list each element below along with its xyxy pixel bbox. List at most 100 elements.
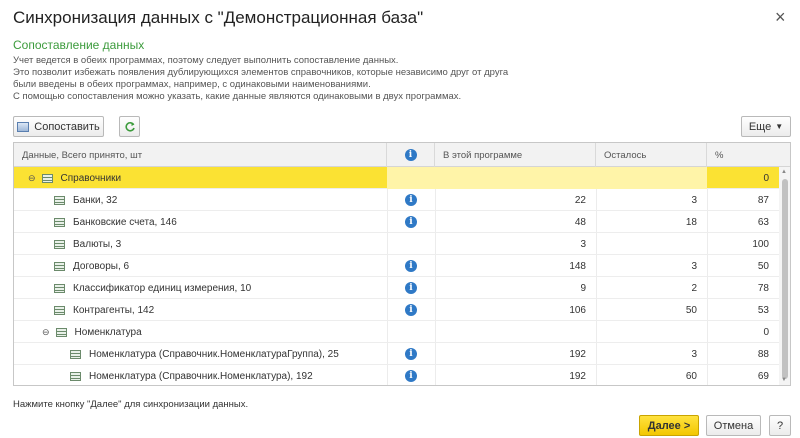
row-this-program: 3 <box>580 238 586 250</box>
more-button-label: Еще <box>748 120 772 133</box>
close-icon[interactable]: × <box>775 7 786 28</box>
row-name: Контрагенты, 142 <box>73 304 155 316</box>
row-name: Договоры, 6 <box>73 260 130 272</box>
row-percent: 100 <box>752 238 769 250</box>
row-info-cell: i <box>387 211 435 233</box>
row-info-cell: i <box>387 189 435 211</box>
row-this-program: 192 <box>569 348 586 360</box>
row-remaining: 18 <box>685 216 697 228</box>
table-header: Данные, Всего принято, шт i В этой прогр… <box>14 143 790 167</box>
row-percent: 63 <box>757 216 769 228</box>
catalog-icon <box>41 173 53 183</box>
info-icon[interactable]: i <box>405 348 417 360</box>
row-this-program: 192 <box>569 370 586 382</box>
row-name-cell: Номенклатура (Справочник.Номенклатура), … <box>70 365 387 385</box>
row-name: Номенклатура (Справочник.НоменклатураГру… <box>89 348 339 360</box>
info-icon[interactable]: i <box>405 282 417 294</box>
table-row[interactable]: Банковские счета, 146 i 48 18 63 <box>14 211 779 233</box>
scroll-down-icon[interactable]: ▼ <box>781 377 787 383</box>
info-icon[interactable]: i <box>405 216 417 228</box>
catalog-icon <box>54 283 65 293</box>
collapse-icon[interactable]: ⊖ <box>28 173 36 184</box>
next-button[interactable]: Далее > <box>639 415 699 436</box>
header-data[interactable]: Данные, Всего принято, шт <box>14 143 387 167</box>
row-name: Банки, 32 <box>73 194 118 206</box>
info-icon[interactable]: i <box>405 260 417 272</box>
header-this-program[interactable]: В этой программе <box>435 143 596 167</box>
row-info-cell <box>387 233 435 255</box>
cancel-button[interactable]: Отмена <box>706 415 761 436</box>
table-row[interactable]: Контрагенты, 142 i 106 50 53 <box>14 299 779 321</box>
row-name-cell: Валюты, 3 <box>54 233 387 255</box>
table-row[interactable]: Номенклатура (Справочник.НоменклатураГру… <box>14 343 779 365</box>
table-row[interactable]: Валюты, 3 3 100 <box>14 233 779 255</box>
row-this-program <box>435 321 596 343</box>
catalog-icon <box>54 239 65 249</box>
row-remaining <box>596 321 707 343</box>
row-name: Валюты, 3 <box>73 238 122 250</box>
help-button[interactable]: ? <box>769 415 791 436</box>
row-info-cell <box>387 321 435 343</box>
table-row[interactable]: ⊖ Справочники 0 <box>14 167 779 189</box>
row-name-cell: Номенклатура (Справочник.НоменклатураГру… <box>70 343 387 365</box>
more-button[interactable]: Еще ▼ <box>741 116 791 137</box>
description-line: Учет ведется в обеих программах, поэтому… <box>13 55 399 66</box>
info-icon[interactable]: i <box>405 370 417 382</box>
catalog-icon <box>55 327 67 337</box>
row-remaining: 2 <box>691 282 697 294</box>
collapse-icon[interactable]: ⊖ <box>42 327 50 338</box>
table-row[interactable]: Банки, 32 i 22 3 87 <box>14 189 779 211</box>
scrollbar-thumb[interactable] <box>782 179 788 379</box>
vertical-scrollbar[interactable]: ▲ ▼ <box>779 167 790 385</box>
header-percent[interactable]: % <box>707 143 779 167</box>
row-remaining: 3 <box>691 194 697 206</box>
row-name-cell: Классификатор единиц измерения, 10 <box>54 277 387 299</box>
refresh-button[interactable] <box>119 116 140 137</box>
description-line: были введены в обеих программах, наприме… <box>13 79 371 90</box>
row-name: Классификатор единиц измерения, 10 <box>73 282 252 294</box>
table-row[interactable]: Номенклатура (Справочник.Номенклатура), … <box>14 365 779 385</box>
row-remaining <box>596 167 707 189</box>
row-percent: 0 <box>763 326 769 338</box>
row-this-program: 106 <box>569 304 586 316</box>
row-name-cell: Банки, 32 <box>54 189 387 211</box>
data-table: Данные, Всего принято, шт i В этой прогр… <box>13 142 791 386</box>
row-remaining: 60 <box>685 370 697 382</box>
row-this-program: 9 <box>580 282 586 294</box>
scroll-up-icon[interactable]: ▲ <box>781 169 787 175</box>
row-info-cell: i <box>387 255 435 277</box>
row-info-cell <box>387 167 435 189</box>
row-percent: 88 <box>757 348 769 360</box>
catalog-icon <box>70 349 81 359</box>
table-row[interactable]: Договоры, 6 i 148 3 50 <box>14 255 779 277</box>
row-name: Справочники <box>60 172 122 184</box>
row-info-cell: i <box>387 277 435 299</box>
row-name-cell: Банковские счета, 146 <box>54 211 387 233</box>
info-icon: i <box>404 149 417 161</box>
description-line: Это позволит избежать появления дублирую… <box>13 67 509 78</box>
row-name-cell: Контрагенты, 142 <box>54 299 387 321</box>
header-info[interactable]: i <box>387 143 435 167</box>
row-info-cell: i <box>387 365 435 385</box>
row-percent: 0 <box>763 172 769 184</box>
info-icon[interactable]: i <box>405 304 417 316</box>
row-remaining <box>596 233 707 255</box>
row-remaining: 3 <box>691 348 697 360</box>
match-button-label: Сопоставить <box>34 120 100 133</box>
catalog-icon <box>70 371 81 381</box>
table-row[interactable]: ⊖ Номенклатура 0 <box>14 321 779 343</box>
refresh-icon <box>124 121 135 132</box>
match-button[interactable]: Сопоставить <box>13 116 104 137</box>
row-this-program: 148 <box>569 260 586 272</box>
row-name: Банковские счета, 146 <box>73 216 177 228</box>
info-icon[interactable]: i <box>405 194 417 206</box>
row-percent: 69 <box>757 370 769 382</box>
row-this-program <box>435 167 596 189</box>
header-remaining[interactable]: Осталось <box>596 143 707 167</box>
row-remaining: 50 <box>685 304 697 316</box>
table-row[interactable]: Классификатор единиц измерения, 10 i 9 2… <box>14 277 779 299</box>
row-name: Номенклатура (Справочник.Номенклатура), … <box>89 370 313 382</box>
row-percent: 87 <box>757 194 769 206</box>
row-remaining: 3 <box>691 260 697 272</box>
row-percent: 78 <box>757 282 769 294</box>
